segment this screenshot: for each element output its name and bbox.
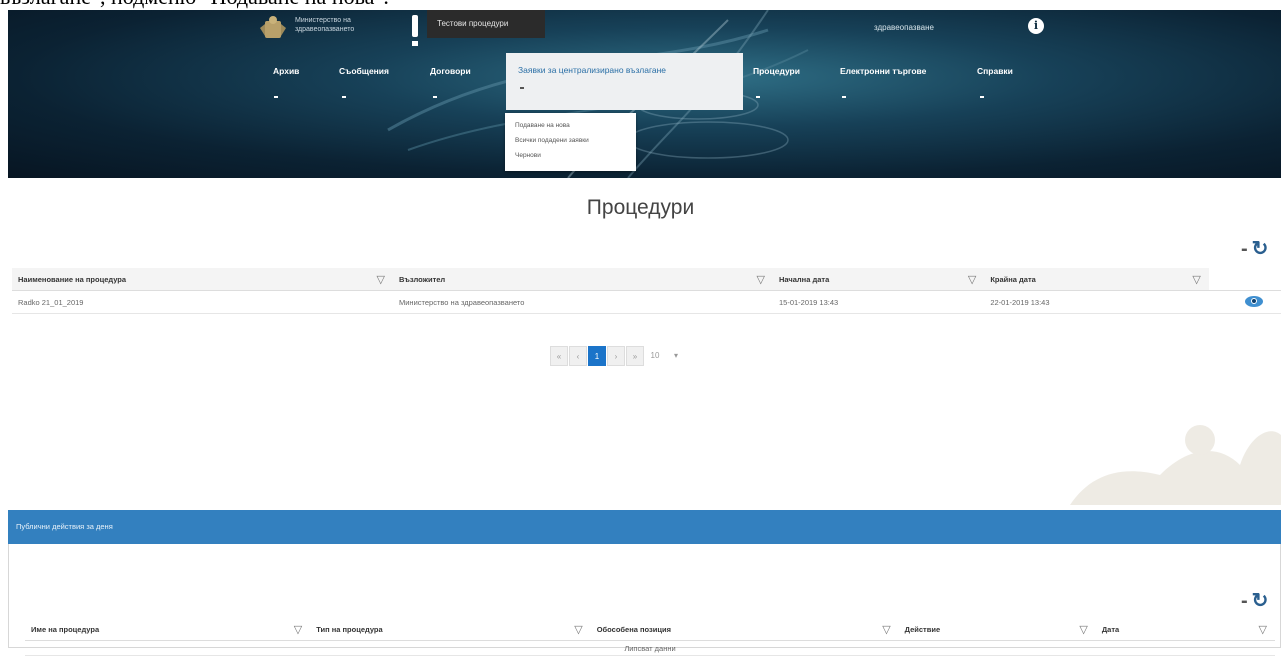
filter-icon[interactable]: ▽ — [377, 273, 385, 286]
collapse-button[interactable]: - — [1241, 238, 1248, 260]
filter-icon[interactable]: ▽ — [294, 623, 302, 636]
menu-item-all-submitted[interactable]: Всички подадени заявки — [515, 137, 589, 144]
refresh-icon[interactable]: ↻ — [1252, 590, 1269, 612]
procedure-mode-badge[interactable]: Тестови процедури — [427, 10, 545, 38]
cell-start-date: 15-01-2019 13:43 — [772, 290, 985, 314]
requests-dropdown-menu: Подаване на нова Всички подадени заявки … — [505, 113, 636, 171]
ministry-name: Министерство на здравеопазването — [295, 17, 355, 33]
nav-item-archive[interactable]: Архив — [273, 66, 299, 76]
filter-icon[interactable]: ▽ — [757, 273, 765, 286]
column-header-start-date[interactable]: Начална дата ▽ — [772, 268, 985, 291]
collapse-button[interactable]: - — [1241, 590, 1248, 612]
column-header-procedure-type[interactable]: Тип на процедура ▽ — [310, 618, 591, 641]
column-label: Дата — [1101, 624, 1120, 634]
procedures-toolbar: - ↻ — [1241, 236, 1268, 261]
daily-actions-table: Име на процедура ▽ Тип на процедура ▽ Обос… — [25, 618, 1275, 656]
column-header-date[interactable]: Дата ▽ — [1095, 618, 1275, 641]
filter-icon[interactable]: ▽ — [882, 623, 890, 636]
nav-item-e-auctions[interactable]: Електронни търгове — [840, 66, 926, 76]
page-size-value[interactable]: 10 — [645, 346, 665, 366]
caption-text: възлагане", подменю "Подаване на нова". — [0, 0, 389, 8]
next-page-button[interactable]: › — [607, 346, 625, 366]
filter-icon[interactable]: ▽ — [1192, 273, 1200, 286]
nav-item-messages[interactable]: Съобщения — [339, 66, 389, 76]
nav-item-contracts[interactable]: Договори — [430, 66, 471, 76]
column-header-lot[interactable]: Обособена позиция ▽ — [590, 618, 899, 641]
column-label: Име на процедура — [31, 624, 100, 634]
nav-marker — [342, 96, 346, 98]
column-label: Наименование на процедура — [18, 274, 127, 284]
nav-marker — [274, 96, 278, 98]
refresh-icon[interactable]: ↻ — [1252, 238, 1269, 260]
filter-icon[interactable]: ▽ — [574, 623, 582, 636]
daily-actions-panel-header: Публични действия за деня — [8, 510, 1281, 544]
exclamation-icon — [412, 15, 418, 46]
cell-procedure-name: Radko 21_01_2019 — [12, 290, 393, 314]
crest-icon — [260, 16, 286, 38]
cell-contracting-authority: Министерство на здравеопазването — [393, 290, 773, 314]
current-page-button[interactable]: 1 — [588, 346, 606, 366]
page-title: Процедури — [586, 196, 695, 219]
nav-marker — [980, 96, 984, 98]
column-label: Обособена позиция — [596, 624, 671, 634]
column-header-end-date[interactable]: Крайна дата ▽ — [984, 268, 1209, 291]
table-header-row: Име на процедура ▽ Тип на процедура ▽ Обос… — [25, 618, 1275, 641]
daily-actions-toolbar: - ↻ — [1241, 588, 1268, 613]
nav-marker — [842, 96, 846, 98]
nav-item-reports[interactable]: Справки — [977, 66, 1013, 76]
nav-marker — [433, 96, 437, 98]
first-page-button[interactable]: « — [550, 346, 568, 366]
filter-icon[interactable]: ▽ — [1259, 623, 1267, 636]
column-header-name[interactable]: Наименование на процедура ▽ — [12, 268, 393, 291]
header-banner: Министерство на здравеопазването Тестови… — [8, 10, 1281, 178]
column-header-procedure-name[interactable]: Име на процедура ▽ — [25, 618, 311, 641]
last-page-button[interactable]: » — [626, 346, 644, 366]
prev-page-button[interactable]: ‹ — [569, 346, 587, 366]
user-link[interactable]: здравеопазване — [874, 23, 934, 32]
page-size-dropdown-icon[interactable]: ▾ — [667, 346, 685, 366]
view-eye-icon[interactable] — [1245, 295, 1263, 307]
nav-marker — [520, 87, 524, 89]
table-header-row: Наименование на процедура ▽ Възложител ▽ Н… — [12, 268, 1281, 291]
procedures-table: Наименование на процедура ▽ Възложител ▽ Н… — [12, 268, 1281, 314]
column-label: Тип на процедура — [316, 624, 383, 634]
ministry-crest-logo[interactable] — [258, 14, 288, 42]
menu-item-submit-new[interactable]: Подаване на нова — [515, 122, 570, 129]
column-header-actions — [1208, 268, 1281, 291]
info-icon[interactable]: i — [1028, 18, 1044, 34]
column-label: Крайна дата — [990, 274, 1036, 284]
filter-icon[interactable]: ▽ — [1079, 623, 1087, 636]
empty-message: Липсват данни — [25, 640, 1275, 656]
filter-icon[interactable]: ▽ — [968, 273, 976, 286]
crest-watermark — [1070, 425, 1281, 505]
column-header-contracting-authority[interactable]: Възложител ▽ — [393, 268, 773, 291]
nav-marker — [756, 96, 760, 98]
column-label: Действие — [904, 624, 941, 634]
cell-actions — [1208, 290, 1281, 314]
column-header-action[interactable]: Действие ▽ — [898, 618, 1096, 641]
caption-strip: възлагане", подменю "Подаване на нова". — [0, 0, 1281, 10]
table-row: Липсват данни — [25, 640, 1275, 656]
nav-item-central-requests[interactable]: Заявки за централизирано възлагане — [506, 53, 743, 110]
nav-item-procedures[interactable]: Процедури — [753, 66, 800, 76]
cell-end-date: 22-01-2019 13:43 — [984, 290, 1209, 314]
nav-item-label: Заявки за централизирано възлагане — [518, 65, 667, 75]
menu-item-drafts[interactable]: Чернови — [515, 152, 541, 159]
table-row: Radko 21_01_2019 Министерство на здравео… — [12, 290, 1281, 314]
column-label: Начална дата — [778, 274, 830, 284]
column-label: Възложител — [399, 274, 446, 284]
